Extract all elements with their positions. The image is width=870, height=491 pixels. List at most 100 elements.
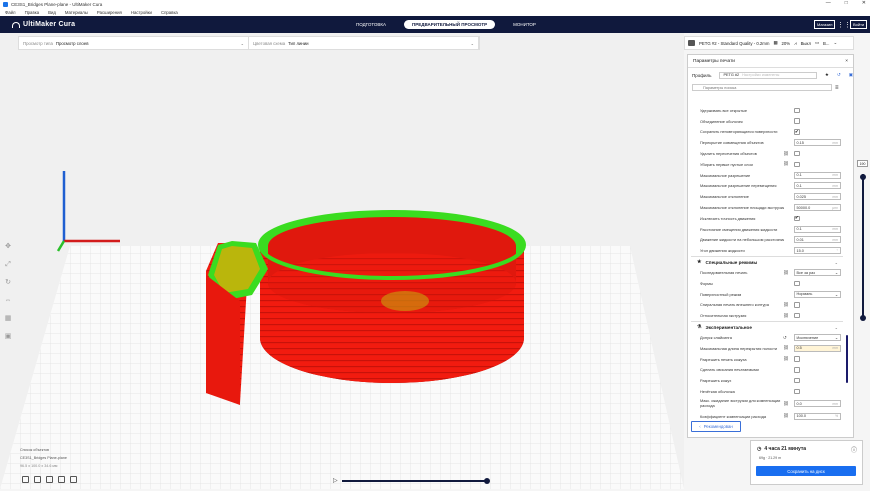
menu-file[interactable]: Файл	[5, 10, 16, 15]
setting-number-field[interactable]: 15.0 °	[794, 247, 841, 255]
simulation-track[interactable]	[341, 477, 490, 484]
layer-track[interactable]	[862, 174, 864, 319]
link-icon[interactable]: ⛓	[783, 151, 789, 157]
minimize-button[interactable]: —	[826, 0, 831, 6]
settings-search-input[interactable]	[692, 84, 832, 91]
layer-upper-handle[interactable]	[860, 174, 866, 180]
view-front-icon[interactable]	[34, 476, 41, 483]
print-setup-selector[interactable]: PETG #2 - Standard Quality - 0.2mm ▩ 20%…	[684, 36, 854, 50]
camera-view-buttons	[22, 476, 77, 483]
view-right-icon[interactable]	[70, 476, 77, 483]
tab-prepare[interactable]: ПОДГОТОВКА	[348, 20, 394, 29]
maximize-button[interactable]: □	[845, 0, 848, 6]
view-top-icon[interactable]	[46, 476, 53, 483]
link-icon[interactable]: ⛓	[783, 345, 789, 351]
setting-label: Поверхностный режим	[700, 291, 742, 297]
link-icon[interactable]: ⛓	[783, 356, 789, 362]
setting-number-field[interactable]: 0.1 mm	[794, 225, 841, 233]
setting-number-field[interactable]: 0.01 mm	[794, 236, 841, 244]
save-profile-icon[interactable]: ▣	[849, 72, 853, 78]
view-3d-icon[interactable]	[22, 476, 29, 483]
mirror-icon[interactable]: ⇔	[4, 297, 12, 305]
link-icon[interactable]: ⛓	[783, 413, 789, 419]
play-icon[interactable]: ▷	[333, 477, 338, 484]
setting-checkbox[interactable]: ✔	[794, 129, 800, 135]
view-type-dropdown[interactable]: Просмотр типа Просмотр слоев ⌄	[19, 37, 249, 49]
3d-viewport[interactable]: ✥ ⤢ ↻ ⇔ ▦ ▣	[0, 33, 684, 489]
layer-slider[interactable]: 190	[857, 160, 868, 325]
layer-number[interactable]: 190	[857, 160, 868, 167]
color-scheme-dropdown[interactable]: Цветовая схема Тип линии ⌄	[249, 37, 479, 49]
setting-checkbox[interactable]	[794, 367, 800, 373]
per-model-settings-icon[interactable]: ▦	[4, 315, 12, 323]
menu-view[interactable]: Вид	[48, 10, 56, 15]
profile-dropdown[interactable]: PETG #2 Настройки изменены	[719, 71, 817, 79]
settings-list: Удерживать все открытые Объединение оболо…	[691, 105, 843, 423]
settings-section-header[interactable]: ★ Специальные режимы ⌄	[691, 256, 843, 267]
setting-checkbox[interactable]	[794, 161, 800, 168]
scale-icon[interactable]: ⤢	[4, 261, 12, 269]
setting-number-field[interactable]: 0.15 mm	[794, 139, 841, 147]
setting-label: Максимальное отклонение	[700, 194, 749, 200]
setting-dropdown[interactable]: Все за раз ⌄	[794, 269, 841, 277]
apps-grid-icon[interactable]: ⋮⋮	[837, 21, 851, 29]
settings-scrollbar[interactable]	[846, 335, 848, 383]
setting-number-field[interactable]: 0.5 mm	[794, 344, 841, 352]
link-icon[interactable]: ⛓	[783, 270, 789, 276]
view-left-icon[interactable]	[58, 476, 65, 483]
menu-edit[interactable]: Правка	[25, 10, 40, 15]
setting-label: Удалить пересечения объектов	[700, 151, 757, 157]
setting-number-field[interactable]: 0.0 mm	[794, 400, 841, 408]
setting-number-field[interactable]: 100.0%	[794, 412, 841, 420]
setting-checkbox[interactable]	[794, 150, 800, 157]
menu-extensions[interactable]: Расширения	[97, 10, 122, 15]
settings-section-header[interactable]: ⚗ Экспериментальное ⌄	[691, 321, 843, 332]
menu-icon[interactable]: ≡	[835, 85, 839, 91]
setting-dropdown[interactable]: Исключение ⌄	[794, 334, 841, 342]
setting-checkbox[interactable]	[794, 356, 800, 362]
move-icon[interactable]: ✥	[4, 243, 12, 251]
setting-checkbox[interactable]	[794, 302, 800, 308]
star-icon[interactable]: ★	[825, 72, 829, 78]
close-icon[interactable]: ×	[845, 59, 848, 64]
reset-icon[interactable]: ↺	[783, 335, 787, 341]
tab-monitor[interactable]: МОНИТОР	[505, 20, 544, 29]
sign-in-button[interactable]: Войти	[850, 20, 868, 29]
setting-checkbox[interactable]: ✔	[794, 215, 800, 222]
setting-number-field[interactable]: 0.1 mm	[794, 171, 841, 179]
setting-checkbox[interactable]	[794, 312, 800, 319]
menu-preferences[interactable]: Настройки	[131, 10, 152, 15]
save-to-disk-button[interactable]: Сохранить на диск	[756, 466, 856, 476]
marketplace-button[interactable]: Магазин	[814, 20, 836, 29]
link-icon[interactable]: ⛓	[783, 401, 789, 407]
setting-checkbox[interactable]	[794, 280, 800, 287]
setting-checkbox[interactable]	[794, 107, 800, 114]
tab-preview[interactable]: ПРЕДВАРИТЕЛЬНЫЙ ПРОСМОТР	[404, 20, 496, 29]
setting-number-field[interactable]: 0.1 mm	[794, 182, 841, 190]
setting-checkbox[interactable]	[794, 388, 800, 395]
menu-help[interactable]: Справка	[161, 10, 178, 15]
setting-number-field[interactable]: 0.025 mm	[794, 193, 841, 201]
view-options-bar: Просмотр типа Просмотр слоев ⌄ Цветовая …	[18, 36, 480, 50]
support-blocker-icon[interactable]: ▣	[4, 333, 12, 341]
print-time: ◷ 4 часа 21 минута	[757, 446, 807, 452]
rotate-icon[interactable]: ↻	[4, 279, 12, 287]
setting-dropdown[interactable]: Нормаль ⌄	[794, 290, 841, 298]
simulation-handle[interactable]	[483, 477, 490, 484]
setting-number-field[interactable]: 50000.0 µm²	[794, 204, 841, 212]
close-button[interactable]: ✕	[862, 0, 866, 6]
link-icon[interactable]: ⛓	[783, 161, 789, 167]
link-icon[interactable]: ⛓	[783, 313, 789, 319]
setting-checkbox[interactable]	[794, 118, 800, 124]
info-icon[interactable]: ⓘ	[851, 445, 857, 454]
layer-lower-handle[interactable]	[860, 315, 866, 321]
setting-checkbox[interactable]	[794, 377, 800, 384]
setting-label: Движение жидкости на небольшом расстояни…	[700, 237, 784, 243]
menu-materials[interactable]: Материалы	[65, 10, 88, 15]
recommended-button[interactable]: ‹ Рекомендован	[691, 421, 741, 432]
object-list-header[interactable]: Список объектов	[20, 446, 67, 454]
chevron-down-icon: ⌄	[834, 271, 838, 276]
setting-row: Последовательная печать ⛓ Все за раз ⌄	[691, 267, 843, 278]
reset-icon[interactable]: ↺	[837, 72, 841, 78]
link-icon[interactable]: ⛓	[783, 302, 789, 308]
